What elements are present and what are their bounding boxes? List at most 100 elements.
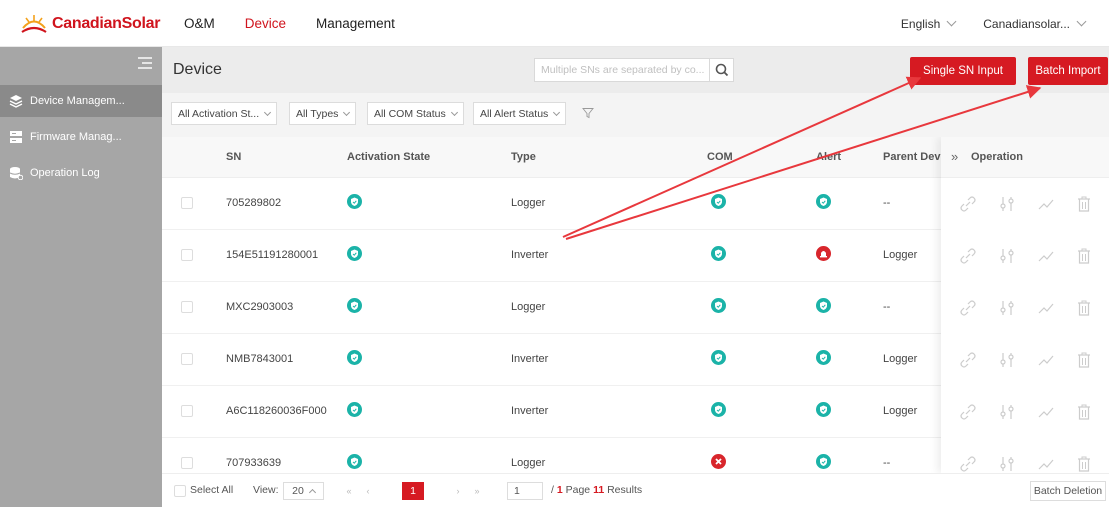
filter-label: All COM Status xyxy=(374,107,446,120)
row-checkbox[interactable] xyxy=(181,301,193,313)
settings-sliders-icon[interactable] xyxy=(998,195,1016,213)
results-count: 11 xyxy=(593,484,605,496)
sidebar-item-firmware-management[interactable]: Firmware Manag... xyxy=(0,121,162,153)
page-jump-input[interactable]: 1 xyxy=(507,482,543,500)
operation-cell xyxy=(941,230,1109,282)
settings-sliders-icon[interactable] xyxy=(998,247,1016,265)
language-label: English xyxy=(900,16,941,31)
type-filter[interactable]: All Types xyxy=(289,102,357,125)
row-checkbox[interactable] xyxy=(181,249,193,261)
link-icon[interactable] xyxy=(959,299,977,317)
total-pages: 1 xyxy=(556,484,563,496)
settings-sliders-icon[interactable] xyxy=(998,403,1016,421)
trash-icon[interactable] xyxy=(1075,351,1093,369)
account-dropdown[interactable]: Canadiansolar... xyxy=(983,16,1087,31)
nav-device[interactable]: Device xyxy=(245,16,286,31)
next-page-button[interactable]: › xyxy=(449,482,467,500)
column-header-parent: Parent Devi xyxy=(883,151,944,163)
row-checkbox[interactable] xyxy=(181,197,193,209)
trash-icon[interactable] xyxy=(1075,299,1093,317)
com-status-icon xyxy=(711,402,726,417)
cell-type: Inverter xyxy=(511,353,549,365)
settings-sliders-icon[interactable] xyxy=(998,351,1016,369)
funnel-filter-icon[interactable] xyxy=(582,107,594,119)
language-dropdown[interactable]: English xyxy=(900,16,957,31)
row-checkbox[interactable] xyxy=(181,405,193,417)
com-status-icon xyxy=(711,454,726,469)
link-icon[interactable] xyxy=(959,195,977,213)
pagination-footer: Select All View: 20 « ‹ 1 › » 1 / 1 Page… xyxy=(162,473,1109,507)
page-size-select[interactable]: 20 xyxy=(283,482,324,500)
single-sn-input-button[interactable]: Single SN Input xyxy=(910,57,1016,85)
prev-page-button[interactable]: ‹ xyxy=(359,482,377,500)
settings-sliders-icon[interactable] xyxy=(998,455,1016,473)
brand-logo[interactable]: CanadianSolar xyxy=(20,12,160,36)
alert-status-icon xyxy=(816,402,831,417)
chevron-down-icon xyxy=(450,108,458,116)
device-table: SN Activation State Type COM Alert Paren… xyxy=(162,137,1109,473)
trash-icon[interactable] xyxy=(1075,455,1093,473)
operation-cell xyxy=(941,282,1109,334)
database-icon xyxy=(9,167,23,180)
cell-sn: NMB7843001 xyxy=(226,353,294,365)
last-page-button[interactable]: » xyxy=(468,482,486,500)
sidebar: Device Managem... Firmware Manag... Oper… xyxy=(0,47,162,507)
cell-parent: -- xyxy=(883,301,891,313)
trend-chart-icon[interactable] xyxy=(1037,351,1055,369)
top-right-controls: English Canadiansolar... xyxy=(873,0,1087,47)
alert-status-icon xyxy=(816,454,831,469)
cell-type: Logger xyxy=(511,301,546,313)
page-header: Device Single SN Input Batch Import xyxy=(162,47,1109,93)
link-icon[interactable] xyxy=(959,455,977,473)
expand-columns-icon[interactable]: » xyxy=(951,149,958,164)
batch-import-button[interactable]: Batch Import xyxy=(1028,57,1108,85)
search-button[interactable] xyxy=(709,59,733,81)
operation-cell xyxy=(941,438,1109,473)
cell-parent: -- xyxy=(883,197,891,209)
alert-status-icon xyxy=(816,246,831,261)
cell-sn: A6C118260036F000 xyxy=(226,405,327,417)
first-page-button[interactable]: « xyxy=(340,482,358,500)
brand-name: CanadianSolar xyxy=(52,15,161,32)
account-label: Canadiansolar... xyxy=(983,16,1070,31)
collapse-menu-icon[interactable] xyxy=(138,57,152,69)
select-all-checkbox[interactable] xyxy=(174,485,186,497)
com-status-filter[interactable]: All COM Status xyxy=(367,102,464,125)
sidebar-item-device-management[interactable]: Device Managem... xyxy=(0,85,162,117)
link-icon[interactable] xyxy=(959,247,977,265)
search-input[interactable] xyxy=(535,59,711,81)
trend-chart-icon[interactable] xyxy=(1037,455,1055,473)
trend-chart-icon[interactable] xyxy=(1037,299,1055,317)
filter-label: All Types xyxy=(296,107,339,120)
sidebar-item-label: Device Managem... xyxy=(30,95,125,107)
sidebar-item-operation-log[interactable]: Operation Log xyxy=(0,157,162,189)
settings-sliders-icon[interactable] xyxy=(998,299,1016,317)
activation-state-filter[interactable]: All Activation St... xyxy=(171,102,278,125)
alert-status-filter[interactable]: All Alert Status xyxy=(473,102,567,125)
sn-search xyxy=(534,58,734,82)
page-title: Device xyxy=(173,61,222,78)
batch-deletion-button[interactable]: Batch Deletion xyxy=(1030,481,1106,501)
row-checkbox[interactable] xyxy=(181,353,193,365)
page-1-button[interactable]: 1 xyxy=(402,482,424,500)
view-label: View: xyxy=(253,484,279,496)
trash-icon[interactable] xyxy=(1075,195,1093,213)
select-all-label: Select All xyxy=(190,484,234,496)
link-icon[interactable] xyxy=(959,351,977,369)
chevron-down-icon xyxy=(946,16,957,27)
trash-icon[interactable] xyxy=(1075,403,1093,421)
trend-chart-icon[interactable] xyxy=(1037,403,1055,421)
column-header-com: COM xyxy=(707,151,733,163)
filter-label: All Activation St... xyxy=(178,107,260,120)
trend-chart-icon[interactable] xyxy=(1037,195,1055,213)
link-icon[interactable] xyxy=(959,403,977,421)
trend-chart-icon[interactable] xyxy=(1037,247,1055,265)
activation-state-icon xyxy=(347,454,362,469)
nav-om[interactable]: O&M xyxy=(184,16,215,31)
trash-icon[interactable] xyxy=(1075,247,1093,265)
row-checkbox[interactable] xyxy=(181,457,193,469)
column-header-alert: Alert xyxy=(816,151,842,163)
page-total: / 1 Page 11 Results xyxy=(551,484,643,496)
nav-management[interactable]: Management xyxy=(316,16,395,31)
activation-state-icon xyxy=(347,246,362,261)
